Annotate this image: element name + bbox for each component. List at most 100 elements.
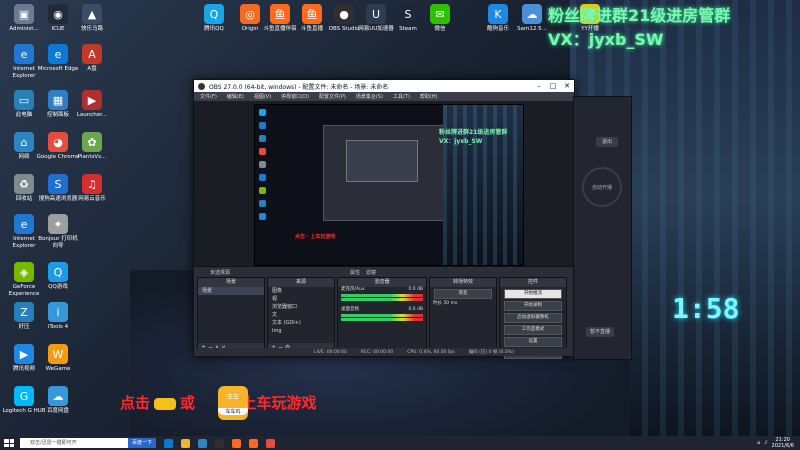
source-item[interactable]: 文本 (GDI+) xyxy=(268,319,334,327)
edge-icon[interactable] xyxy=(164,438,173,448)
system-tray: ⌂ ♪ 21:20 2021/6/6 xyxy=(757,437,800,449)
menu-view[interactable]: 视图(V) xyxy=(254,93,271,100)
desktop-slider[interactable] xyxy=(341,318,423,321)
desktop-icon-label: 微信 xyxy=(434,26,446,32)
menu-docks[interactable]: 停靠窗口(D) xyxy=(281,93,309,100)
network-icon[interactable]: ⌂ xyxy=(757,440,760,446)
overlay-line-1: 粉丝牌进群21级进房管群 xyxy=(548,6,731,25)
preview-mini-icons xyxy=(257,109,277,226)
desktop-icon[interactable]: ✦ Bonjour 打印机向导 xyxy=(36,214,80,250)
not-live-button[interactable]: 暂不直播 xyxy=(586,327,614,337)
minimize-icon[interactable]: – xyxy=(532,82,546,90)
app-icon: ● xyxy=(334,4,354,24)
settings-button[interactable]: 设置 xyxy=(504,337,562,347)
menu-tools[interactable]: 工具(T) xyxy=(393,93,410,100)
source-item[interactable]: Img xyxy=(268,327,334,335)
desktop-icon-label: Bonjour 打印机向导 xyxy=(38,236,78,249)
menu-help[interactable]: 帮助(H) xyxy=(420,93,438,100)
mixer-channel-mic: 麦克风/Aux 0.0 dB xyxy=(341,287,423,292)
douyu-taskbar-icon[interactable] xyxy=(232,438,241,448)
desktop-icon[interactable]: ☁ 百度网盘 xyxy=(36,386,80,415)
preview-canvas[interactable]: 粉丝牌进群21级进房管群 VX：jyxb_SW 点击 · 上车玩游戏 xyxy=(254,104,524,266)
chrome-taskbar-icon[interactable] xyxy=(266,438,275,448)
desktop-icon[interactable]: ♫ 网易云音乐 xyxy=(70,174,114,203)
store-icon[interactable] xyxy=(198,438,207,448)
obs-taskbar-icon[interactable] xyxy=(215,438,224,448)
obs-titlebar[interactable]: OBS 27.0.0 (64-bit, windows) - 配置文件: 未命名… xyxy=(194,80,574,92)
desktop-icon[interactable]: W WeGame xyxy=(36,344,80,373)
douyu-live-taskbar-icon[interactable] xyxy=(249,438,258,448)
app-icon: ▶ xyxy=(14,344,34,364)
source-item[interactable]: 文 xyxy=(268,311,334,319)
start-streaming-button[interactable]: 开始推流 xyxy=(504,289,562,299)
desktop-icon-label: iTools 4 xyxy=(47,324,69,330)
auto-start-button[interactable]: 自动开播 xyxy=(582,167,622,207)
app-icon: W xyxy=(48,344,68,364)
source-item[interactable]: 视 xyxy=(268,295,334,303)
desktop: ▣ Administ... ◉ ICUE ▲ 快乐马路 Q 腾讯QQ ◎ Origin 鱼斗鱼直播伴… xyxy=(0,0,800,436)
desktop-icon-label: PlantsVs... xyxy=(77,154,107,160)
mixer-header: 混音器 xyxy=(338,278,426,287)
studio-mode-button[interactable]: 工作室模式 xyxy=(504,325,562,335)
app-icon: G xyxy=(14,386,34,406)
cpu-status: CPU: 0.4%, 60.00 fps xyxy=(407,349,455,355)
desktop-icon[interactable]: Q QQ游戏 xyxy=(36,262,80,291)
menu-edit[interactable]: 编辑(E) xyxy=(227,93,244,100)
app-icon: ◉ xyxy=(48,4,68,24)
virtual-camera-button[interactable]: 启动虚拟摄像机 xyxy=(504,313,562,323)
controls-header: 控件 xyxy=(500,278,566,287)
side-exit-button[interactable]: 退出 xyxy=(596,137,618,147)
app-icon: ⌂ xyxy=(14,132,34,152)
app-icon: ✉ xyxy=(430,4,450,24)
menu-profile[interactable]: 配置文件(P) xyxy=(319,93,346,100)
start-recording-button[interactable]: 开始录制 xyxy=(504,301,562,311)
car-icon xyxy=(154,397,177,410)
obs-statusbar: LIVE: 00:00:00 REC: 00:00:00 CPU: 0.4%, … xyxy=(194,348,574,356)
transitions-header: 转场特效 xyxy=(430,278,496,287)
properties-button[interactable]: 属性 xyxy=(350,269,360,276)
streaming-side-panel: 退出 自动开播 暂不直播 xyxy=(573,96,632,360)
obs-title: OBS 27.0.0 (64-bit, windows) - 配置文件: 未命名… xyxy=(209,83,389,91)
file-explorer-icon[interactable] xyxy=(181,438,190,448)
app-icon: A xyxy=(82,44,102,64)
transition-select[interactable]: 渐变 xyxy=(434,289,492,299)
maximize-icon[interactable]: □ xyxy=(546,82,560,90)
menu-scene-collection[interactable]: 场景集合(S) xyxy=(356,93,383,100)
desktop-icon[interactable]: ▶ Launcher... xyxy=(70,90,114,119)
obs-window[interactable]: OBS 27.0.0 (64-bit, windows) - 配置文件: 未命名… xyxy=(193,79,575,359)
app-icon: i xyxy=(48,302,68,322)
mic-slider[interactable] xyxy=(341,298,423,301)
app-icon: ▶ xyxy=(82,90,102,110)
desktop-icon[interactable]: A A盘 xyxy=(70,44,114,73)
duration-input[interactable]: 50 ms xyxy=(443,301,457,306)
duration-row: 时长 50 ms xyxy=(433,301,458,306)
desktop-icon[interactable]: ✿ PlantsVs... xyxy=(70,132,114,161)
desktop-icon[interactable]: ✉ 微信 xyxy=(418,4,462,33)
scene-item[interactable]: 场景 xyxy=(198,287,264,295)
sources-dock: 来源 图像 视 浏览器窗口 文 文本 (GDI+) Img + − ⚙ xyxy=(267,277,335,353)
obs-preview[interactable]: 粉丝牌进群21级进房管群 VX：jyxb_SW 点击 · 上车玩游戏 xyxy=(194,101,574,266)
tray-clock[interactable]: 21:20 2021/6/6 xyxy=(772,437,794,449)
app-icon: ☁ xyxy=(48,386,68,406)
windows-start-icon[interactable] xyxy=(4,439,14,447)
app-badge-icon[interactable]: 车车 车车坞 xyxy=(218,386,248,420)
preview-overlay-text: 粉丝牌进群21级进房管群 VX：jyxb_SW xyxy=(439,129,508,145)
preview-promo: 点击 · 上车玩游戏 xyxy=(295,234,336,240)
app-icon: 鱼 xyxy=(270,4,290,24)
desktop-icon[interactable]: i iTools 4 xyxy=(36,302,80,331)
app-icon: ◕ xyxy=(48,132,68,152)
app-icon: ✿ xyxy=(82,132,102,152)
app-icon: ▲ xyxy=(82,4,102,24)
obs-docks: 场景 场景 + − ∧ ∨ 来源 图像 视 浏览器窗口 文 文本 (GDI+) … xyxy=(194,277,574,359)
filters-button[interactable]: 滤镜 xyxy=(366,269,376,276)
source-item[interactable]: 浏览器窗口 xyxy=(268,303,334,311)
frames-status: 编码 (已) 0 帧 (0.0%) xyxy=(468,350,514,355)
menu-file[interactable]: 文件(F) xyxy=(200,93,217,100)
source-item[interactable]: 图像 xyxy=(268,287,334,295)
app-icon: ♫ xyxy=(82,174,102,194)
desktop-icon[interactable]: ▲ 快乐马路 xyxy=(70,4,114,33)
close-icon[interactable]: ✕ xyxy=(560,82,574,90)
volume-icon[interactable]: ♪ xyxy=(764,440,767,446)
taskbar-search-input[interactable]: 双击/迅雷一键即可开 xyxy=(20,438,128,448)
baidu-search-button[interactable]: 百度一下 xyxy=(128,438,156,448)
